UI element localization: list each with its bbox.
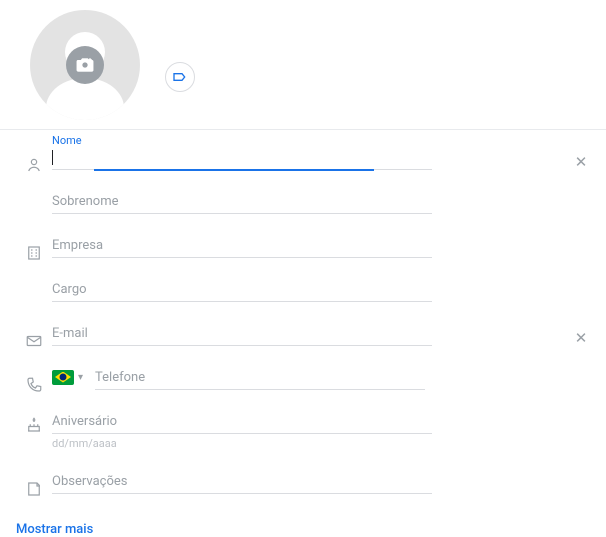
person-icon: [16, 156, 52, 174]
contact-header: [0, 0, 606, 130]
job-input[interactable]: [52, 276, 432, 302]
company-input[interactable]: [52, 232, 432, 258]
company-row: [16, 232, 594, 268]
name-row: Nome ✕: [16, 144, 594, 180]
add-label-button[interactable]: [165, 62, 195, 92]
surname-row: [16, 188, 594, 224]
avatar-picker[interactable]: [30, 10, 140, 120]
job-row: [16, 276, 594, 312]
clear-email-button[interactable]: ✕: [568, 329, 594, 347]
clear-name-button[interactable]: ✕: [568, 153, 594, 171]
notes-input[interactable]: [52, 468, 432, 494]
email-row: ✕: [16, 320, 594, 356]
note-icon: [16, 480, 52, 498]
phone-country-picker[interactable]: ▾: [52, 370, 83, 385]
camera-icon[interactable]: [66, 46, 104, 84]
phone-icon: [16, 376, 52, 394]
show-more-button[interactable]: Mostrar mais: [16, 522, 93, 537]
surname-input[interactable]: [52, 188, 432, 214]
birthday-hint: dd/mm/aaaa: [52, 437, 568, 450]
text-caret: [52, 150, 53, 165]
cake-icon: [16, 416, 52, 434]
first-name-field-wrap: Nome: [52, 144, 564, 170]
phone-input[interactable]: [95, 364, 425, 390]
email-input[interactable]: [52, 320, 432, 346]
first-name-label: Nome: [52, 134, 82, 147]
contact-form: Nome ✕: [0, 130, 606, 504]
phone-row: ▾: [16, 364, 594, 400]
focus-underline: [94, 169, 374, 171]
birthday-row: dd/mm/aaaa: [16, 408, 594, 460]
chevron-down-icon: ▾: [78, 372, 83, 383]
notes-row: [16, 468, 594, 504]
brazil-flag-icon: [52, 370, 74, 385]
birthday-input[interactable]: [52, 408, 432, 434]
mail-icon: [16, 332, 52, 350]
building-icon: [16, 244, 52, 262]
first-name-input[interactable]: [52, 144, 432, 170]
